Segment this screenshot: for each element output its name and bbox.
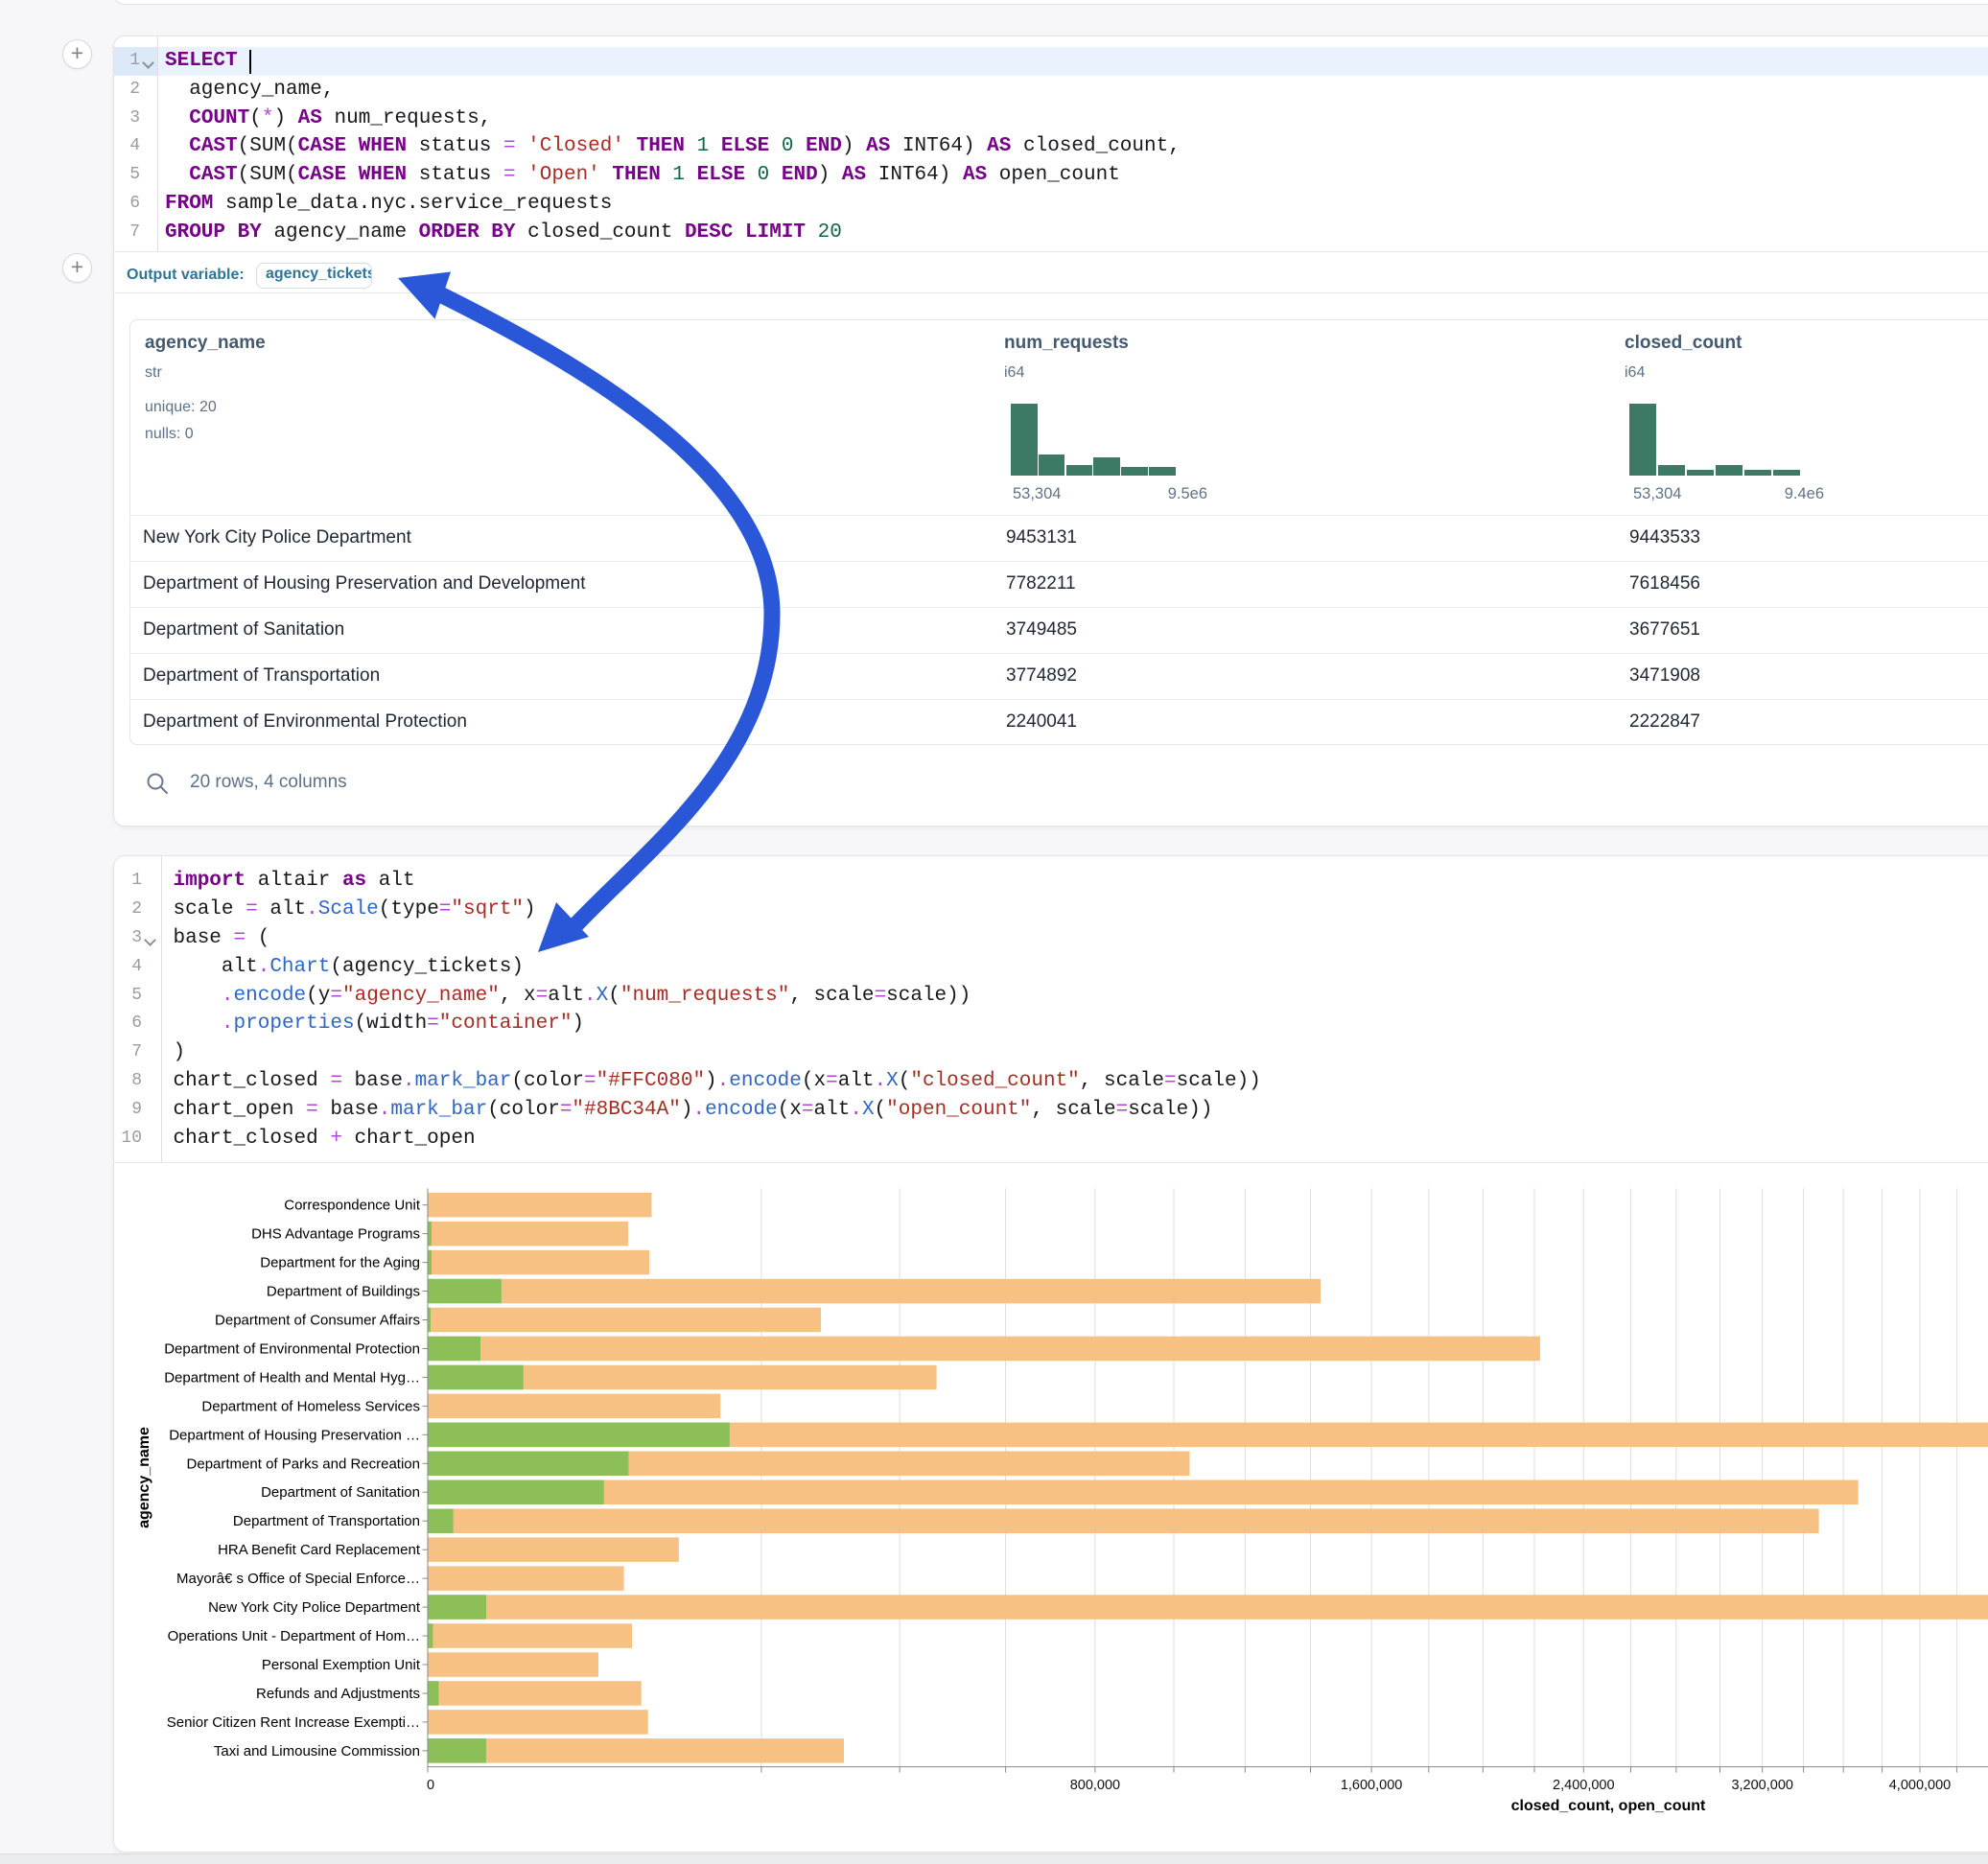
svg-text:Department of Consumer Affairs: Department of Consumer Affairs: [215, 1313, 420, 1329]
svg-text:4,000,000: 4,000,000: [1889, 1778, 1952, 1793]
svg-text:Department for the Aging: Department for the Aging: [260, 1255, 420, 1271]
svg-text:Department of Transportation: Department of Transportation: [233, 1513, 420, 1529]
svg-text:Senior Citizen Rent Increase E: Senior Citizen Rent Increase Exempti…: [167, 1714, 420, 1731]
svg-text:2,400,000: 2,400,000: [1553, 1778, 1615, 1793]
svg-text:0: 0: [427, 1778, 434, 1793]
svg-text:Refunds and Adjustments: Refunds and Adjustments: [256, 1686, 420, 1702]
svg-text:Correspondence Unit: Correspondence Unit: [284, 1198, 421, 1214]
svg-text:Department of Homeless Service: Department of Homeless Services: [201, 1398, 420, 1414]
svg-text:Department of Parks and Recrea: Department of Parks and Recreation: [187, 1456, 420, 1472]
svg-text:Department of Health and Menta: Department of Health and Mental Hyg…: [164, 1369, 420, 1386]
svg-text:New York City Police Departmen: New York City Police Department: [208, 1599, 421, 1616]
svg-text:800,000: 800,000: [1070, 1778, 1120, 1793]
svg-text:3,200,000: 3,200,000: [1731, 1778, 1793, 1793]
svg-text:Taxi and Limousine Commission: Taxi and Limousine Commission: [214, 1743, 420, 1759]
svg-text:Personal Exemption Unit: Personal Exemption Unit: [262, 1657, 421, 1673]
svg-text:closed_count, open_count: closed_count, open_count: [1511, 1798, 1706, 1814]
svg-text:agency_name: agency_name: [136, 1427, 152, 1528]
svg-text:Department of Buildings: Department of Buildings: [267, 1284, 420, 1300]
svg-text:Operations Unit - Department o: Operations Unit - Department of Hom…: [168, 1628, 420, 1644]
svg-text:1,600,000: 1,600,000: [1341, 1778, 1403, 1793]
svg-text:Department of Housing Preserva: Department of Housing Preservation …: [169, 1427, 420, 1443]
svg-text:Mayorâ€ s Office of Special En: Mayorâ€ s Office of Special Enforce…: [176, 1571, 420, 1587]
svg-text:HRA Benefit Card Replacement: HRA Benefit Card Replacement: [218, 1542, 421, 1558]
svg-text:Department of Sanitation: Department of Sanitation: [261, 1484, 420, 1501]
svg-text:Department of Environmental Pr: Department of Environmental Protection: [164, 1341, 420, 1358]
svg-text:DHS Advantage Programs: DHS Advantage Programs: [251, 1226, 420, 1243]
